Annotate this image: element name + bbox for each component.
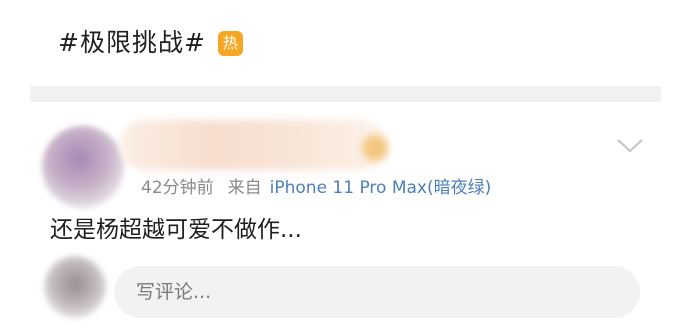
current-user-avatar (44, 256, 106, 318)
topic-header[interactable]: #极限挑战# 热 (58, 26, 243, 60)
author-badge-blurred (362, 135, 388, 161)
post-source-prefix: 来自 (227, 177, 262, 198)
post-meta: 42分钟前 来自 iPhone 11 Pro Max(暗夜绿) (141, 172, 491, 198)
post-author-name-blurred[interactable] (120, 120, 386, 170)
hot-badge: 热 (217, 30, 243, 56)
section-divider (30, 86, 661, 102)
post-time: 42分钟前 (141, 177, 214, 198)
topic-title[interactable]: #极限挑战# (58, 26, 206, 60)
comment-input[interactable] (114, 266, 640, 318)
chevron-down-icon[interactable] (616, 138, 644, 154)
post-body[interactable]: 还是杨超越可爱不做作... (50, 214, 302, 246)
weibo-topic-card: #极限挑战# 热 42分钟前 来自 iPhone 11 Pro Max(暗夜绿)… (0, 0, 690, 336)
post-source-device[interactable]: iPhone 11 Pro Max(暗夜绿) (270, 173, 492, 198)
post-author-avatar[interactable] (42, 126, 124, 208)
